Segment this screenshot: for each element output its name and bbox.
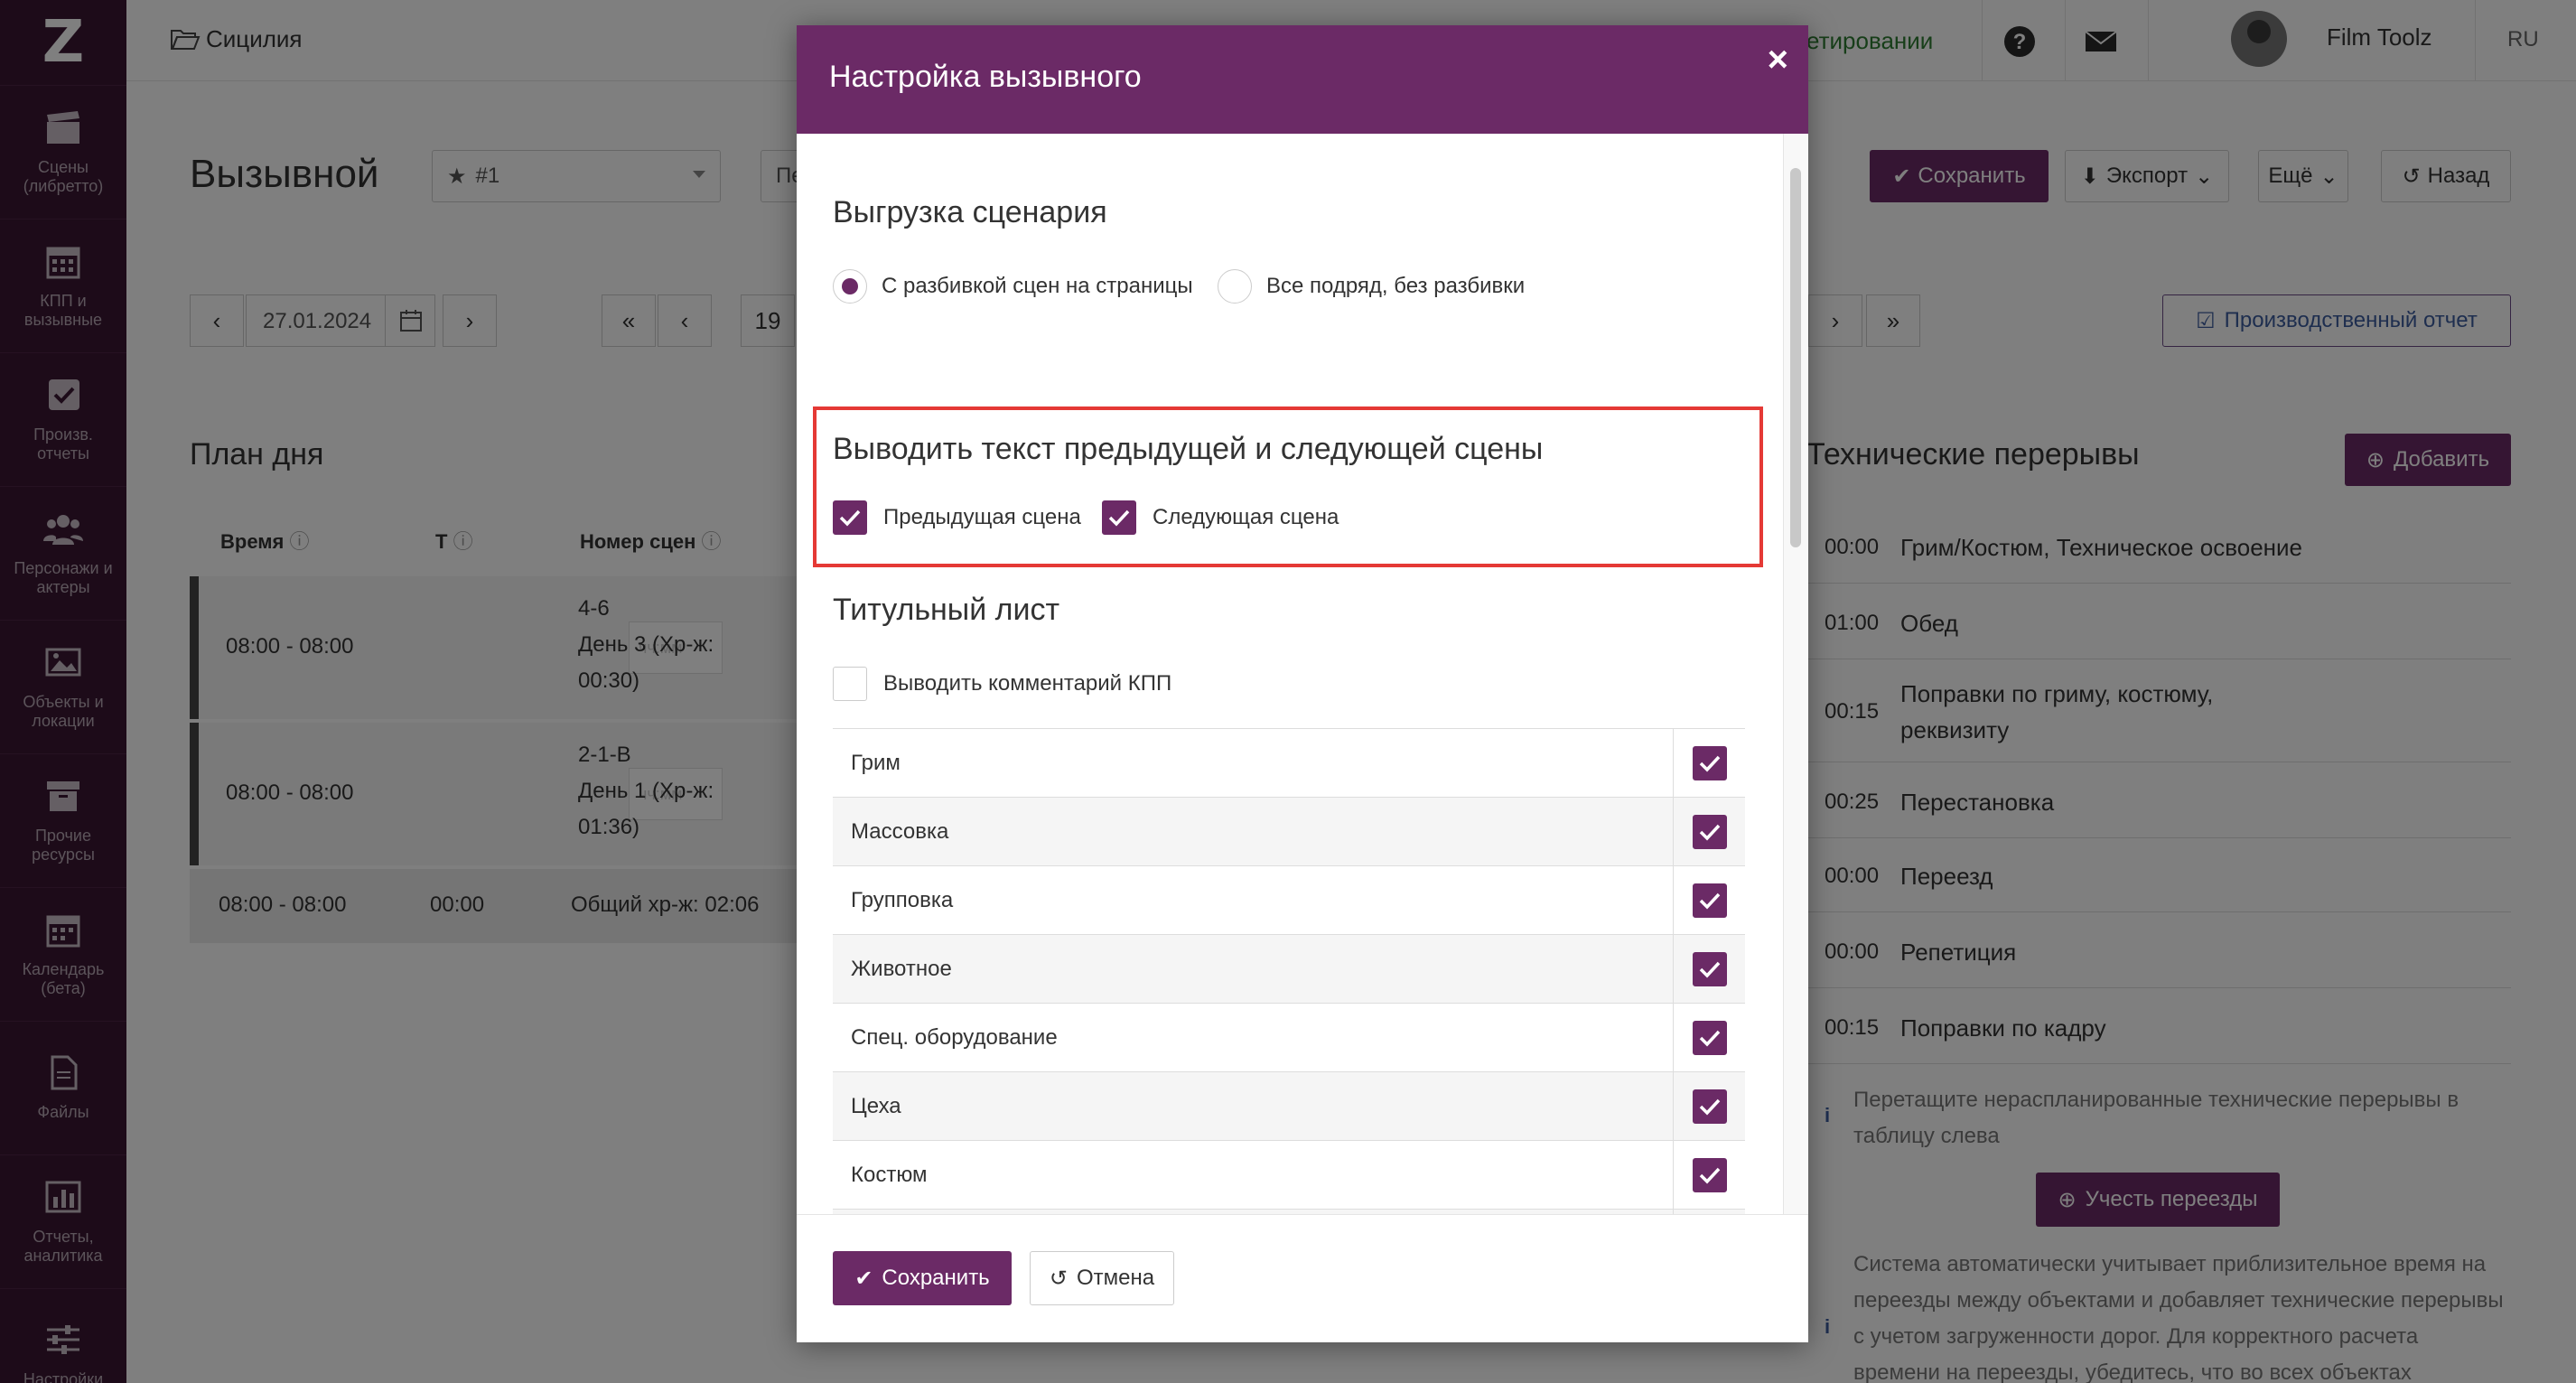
category-label: Групповка <box>851 887 954 912</box>
category-label: Животное <box>851 956 952 981</box>
checkbox-checked[interactable] <box>1692 1089 1727 1124</box>
modal-header: Настройка вызывного × <box>797 25 1808 134</box>
check-icon <box>1699 961 1720 978</box>
category-table: Грим Массовка Групповка Животное Спец. обору… <box>833 728 1745 1214</box>
category-checkbox-cell <box>1673 934 1745 1004</box>
radio-split-pages[interactable]: С разбивкой сцен на страницы <box>833 269 1193 304</box>
title-page-section-title: Титульный лист <box>833 593 1060 627</box>
check-icon <box>1699 892 1720 910</box>
checkbox-checked[interactable] <box>1692 745 1727 780</box>
modal-footer: ✔ Сохранить ↺ Отмена <box>797 1214 1808 1342</box>
radio-split-label: С разбивкой сцен на страницы <box>882 274 1193 298</box>
check-icon <box>1699 1030 1720 1047</box>
radio-button-selected[interactable] <box>833 269 867 304</box>
checkbox-checked[interactable] <box>1692 1157 1727 1192</box>
check-icon <box>1699 1167 1720 1184</box>
category-label: Грим <box>851 750 901 775</box>
category-row: Животное <box>833 934 1745 1004</box>
prev-scene-checkbox[interactable]: Предыдущая сцена <box>833 500 1081 535</box>
cancel-button[interactable]: ↺ Отмена <box>1030 1251 1174 1305</box>
check-icon <box>839 509 861 527</box>
radio-button[interactable] <box>1218 269 1252 304</box>
save-button[interactable]: ✔ Сохранить <box>833 1251 1012 1305</box>
check-icon: ✔ <box>854 1266 873 1291</box>
checkbox-checked[interactable] <box>833 500 867 535</box>
category-row: Групповка <box>833 865 1745 935</box>
category-checkbox-cell <box>1673 1140 1745 1210</box>
save-label: Сохранить <box>882 1266 990 1290</box>
category-label: Спец. оборудование <box>851 1024 1058 1050</box>
kpp-comment-label: Выводить комментарий КПП <box>883 671 1172 696</box>
checkbox-checked[interactable] <box>1692 814 1727 849</box>
modal-body: Выгрузка сценария С разбивкой сцен на ст… <box>797 134 1808 1214</box>
category-checkbox-cell <box>1673 1003 1745 1072</box>
category-row: Спец. оборудование <box>833 1003 1745 1072</box>
call-sheet-settings-modal: Настройка вызывного × Выгрузка сценария … <box>797 25 1808 1342</box>
radio-all-in-row[interactable]: Все подряд, без разбивки <box>1218 269 1525 304</box>
category-label: Массовка <box>851 818 949 844</box>
prev-scene-label: Предыдущая сцена <box>883 505 1081 529</box>
category-row: Грим <box>833 728 1745 798</box>
radio-all-label: Все подряд, без разбивки <box>1266 274 1526 298</box>
adjacent-section-title: Выводить текст предыдущей и следующей сц… <box>833 432 1544 466</box>
next-scene-label: Следующая сцена <box>1153 505 1339 529</box>
scrollbar[interactable] <box>1783 134 1808 1214</box>
check-icon <box>1699 1098 1720 1116</box>
category-row: Цеха <box>833 1071 1745 1141</box>
check-icon <box>1699 755 1720 772</box>
checkbox-unchecked[interactable] <box>833 667 867 701</box>
export-section-title: Выгрузка сценария <box>833 195 1107 229</box>
checkbox-checked[interactable] <box>1692 1020 1727 1055</box>
checkbox-checked[interactable] <box>1692 951 1727 986</box>
check-icon <box>1108 509 1130 527</box>
kpp-comment-checkbox[interactable]: Выводить комментарий КПП <box>833 667 1171 701</box>
modal-title: Настройка вызывного <box>829 60 1142 94</box>
checkbox-checked[interactable] <box>1692 883 1727 918</box>
highlight-box <box>813 406 1763 567</box>
next-scene-checkbox[interactable]: Следующая сцена <box>1102 500 1339 535</box>
close-icon[interactable]: × <box>1768 40 1788 80</box>
category-checkbox-cell <box>1673 797 1745 866</box>
category-checkbox-cell <box>1673 728 1745 798</box>
category-label: Костюм <box>851 1162 928 1187</box>
category-row: Костюм <box>833 1140 1745 1210</box>
checkbox-checked[interactable] <box>1102 500 1136 535</box>
check-icon <box>1699 824 1720 841</box>
cancel-label: Отмена <box>1077 1266 1155 1290</box>
undo-icon: ↺ <box>1049 1266 1068 1291</box>
category-checkbox-cell <box>1673 1071 1745 1141</box>
category-checkbox-cell <box>1673 865 1745 935</box>
category-row: Массовка <box>833 797 1745 866</box>
scroll-thumb[interactable] <box>1790 168 1801 547</box>
category-label: Цеха <box>851 1093 901 1118</box>
